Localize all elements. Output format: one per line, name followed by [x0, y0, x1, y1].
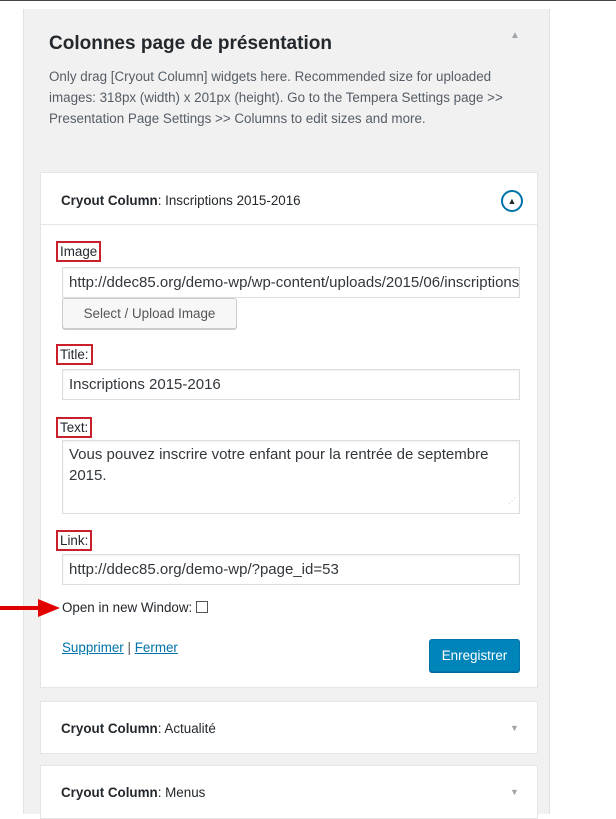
caret-down-icon[interactable]: ▼ [510, 787, 519, 797]
widget-title[interactable]: Cryout Column: Inscriptions 2015-2016 [61, 193, 301, 208]
annotation-arrow-shaft [0, 606, 42, 610]
caret-down-icon[interactable]: ▼ [510, 723, 519, 733]
annotation-arrow-head [38, 599, 60, 617]
open-new-window-label: Open in new Window: [62, 600, 193, 615]
widget-title[interactable]: Cryout Column: Menus [61, 785, 205, 800]
widget-cryout-column-actualite[interactable]: Cryout Column: Actualité ▼ [40, 701, 538, 754]
widget-title-suffix: : Actualité [157, 721, 216, 736]
open-new-window-row: Open in new Window: [62, 600, 209, 615]
widget-divider [41, 224, 537, 225]
link-separator: | [127, 640, 131, 655]
widget-type-label: Cryout Column [61, 721, 158, 736]
widget-type-label: Cryout Column [61, 785, 158, 800]
save-button[interactable]: Enregistrer [429, 639, 520, 672]
select-upload-image-button[interactable]: Select / Upload Image [62, 298, 237, 329]
image-url-input[interactable]: http://ddec85.org/demo-wp/wp-content/upl… [62, 267, 520, 298]
sidebar-title[interactable]: Colonnes page de présentation [49, 33, 332, 55]
open-new-window-checkbox[interactable] [196, 601, 209, 613]
close-link[interactable]: Fermer [135, 640, 178, 655]
caret-up-icon[interactable]: ▲ [510, 30, 520, 41]
title-input[interactable]: Inscriptions 2015-2016 [62, 369, 520, 400]
resize-grip-icon[interactable]: ⋰ [508, 490, 516, 511]
link-input[interactable]: http://ddec85.org/demo-wp/?page_id=53 [62, 554, 520, 585]
sidebar-description: Only drag [Cryout Column] widgets here. … [49, 69, 503, 126]
chevron-up-circle-icon[interactable]: ▲ [501, 190, 523, 212]
text-textarea-value: Vous pouvez inscrire votre enfant pour l… [69, 446, 489, 484]
image-label: Image [56, 241, 102, 262]
delete-link[interactable]: Supprimer [62, 640, 124, 655]
link-label: Link: [56, 530, 93, 551]
widget-cryout-column-menus[interactable]: Cryout Column: Menus ▼ [40, 765, 538, 819]
widget-type-label: Cryout Column [61, 193, 158, 208]
widget-title-suffix: : Menus [157, 785, 206, 800]
text-textarea[interactable]: Vous pouvez inscrire votre enfant pour l… [62, 440, 520, 514]
text-label: Text: [56, 417, 93, 438]
widget-title-suffix: : Inscriptions 2015-2016 [157, 193, 301, 208]
title-label: Title: [56, 344, 93, 365]
widget-control-actions: Supprimer | Fermer [62, 640, 178, 655]
widget-title[interactable]: Cryout Column: Actualité [61, 721, 216, 736]
top-rule [0, 0, 616, 1]
